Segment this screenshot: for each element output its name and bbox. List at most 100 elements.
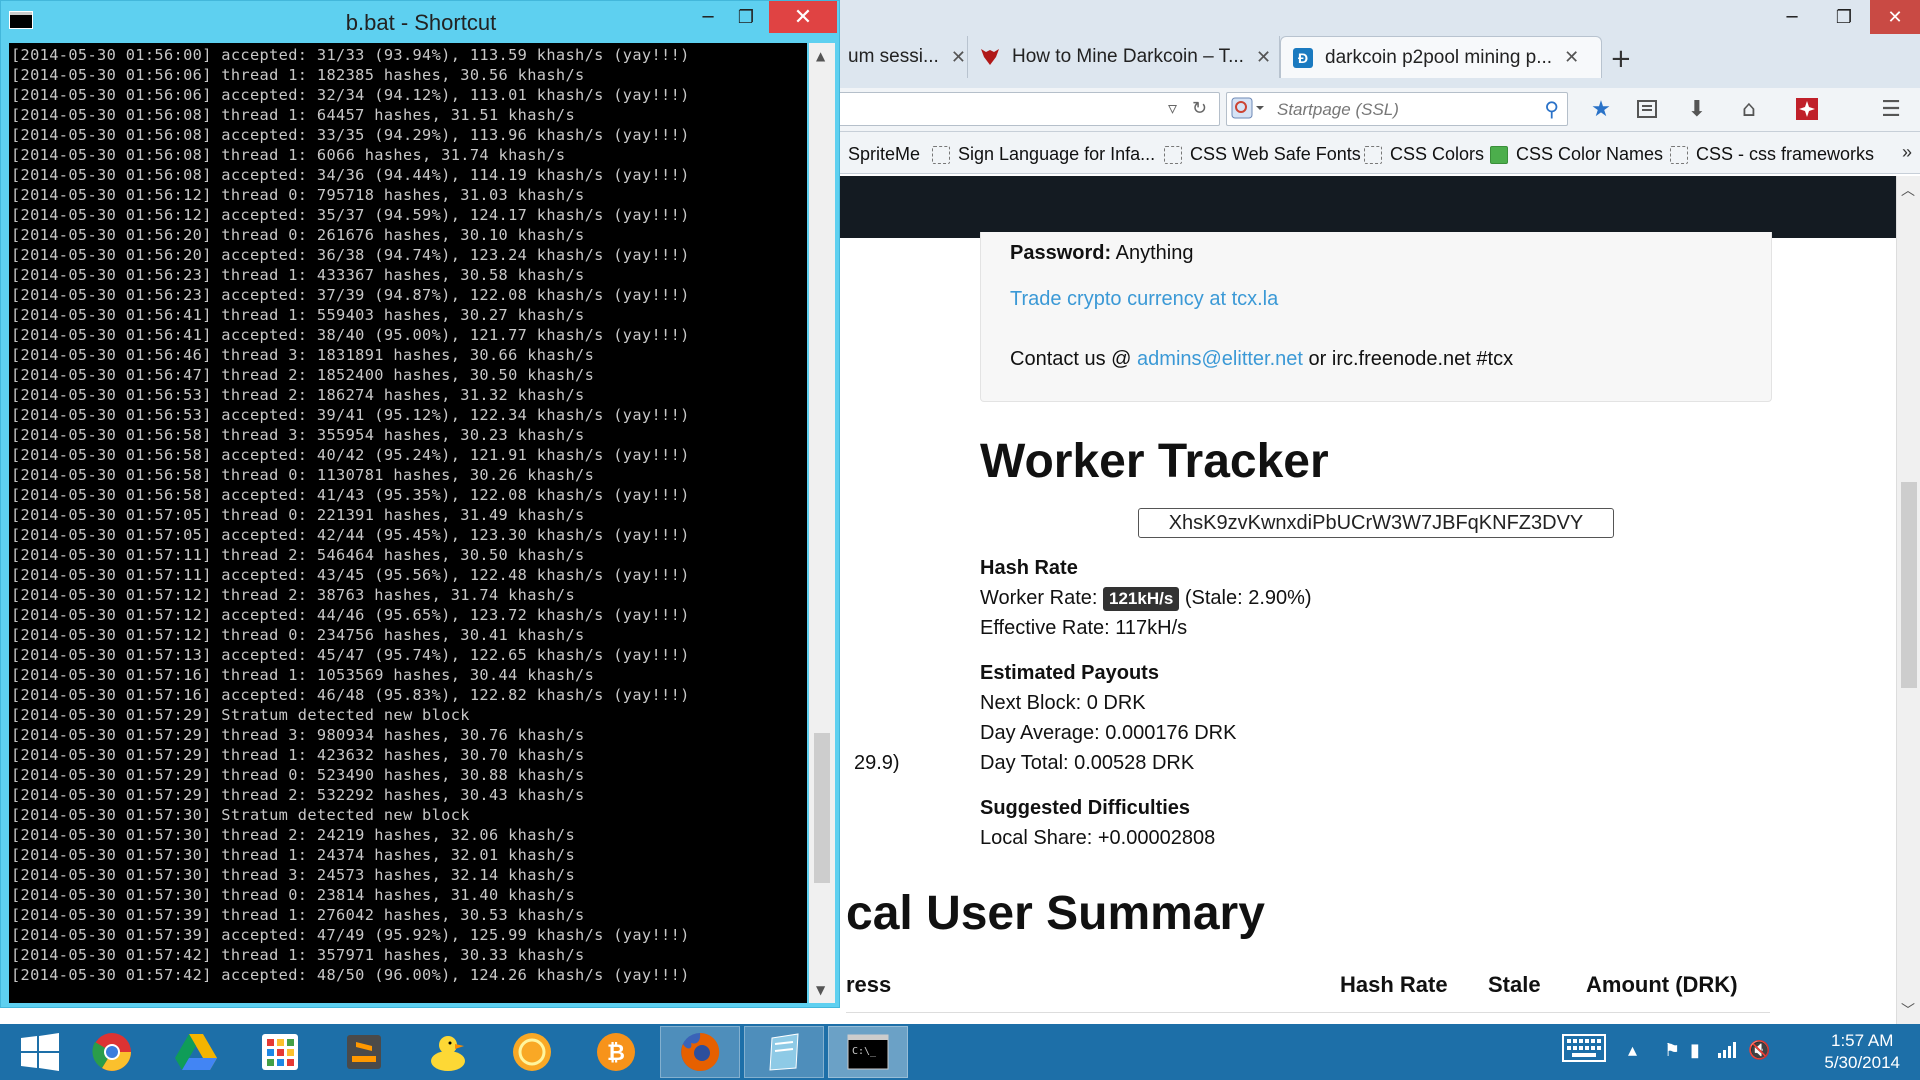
console-line: [2014-05-30 01:57:42] thread 1: 357971 h…	[11, 946, 585, 964]
console-line: [2014-05-30 01:56:20] thread 0: 261676 h…	[11, 226, 585, 244]
bookmarks-menu-icon[interactable]	[1632, 94, 1662, 124]
console-minimize-button[interactable]: ─	[687, 1, 729, 33]
console-line: [2014-05-30 01:56:00] accepted: 31/33 (9…	[11, 46, 690, 64]
bookmark-item[interactable]: CSS Colors	[1364, 144, 1484, 165]
scroll-up-icon[interactable]: ▲	[816, 49, 825, 63]
console-line: [2014-05-30 01:57:30] thread 3: 24573 ha…	[11, 866, 576, 884]
taskbar-bitcoin[interactable]: ₿	[576, 1026, 656, 1078]
chrome-icon	[92, 1033, 131, 1071]
worker-rate-badge: 121kH/s	[1103, 587, 1180, 611]
clock-date: 5/30/2014	[1824, 1053, 1900, 1072]
addon-icon[interactable]	[1792, 94, 1822, 124]
taskbar-duck[interactable]	[408, 1026, 488, 1078]
console-line: [2014-05-30 01:56:41] thread 1: 559403 h…	[11, 306, 585, 324]
scroll-down-icon[interactable]: ▼	[816, 983, 825, 997]
browser-minimize-button[interactable]: ─	[1766, 0, 1818, 34]
console-scroll-thumb[interactable]	[814, 733, 830, 883]
table-header-hash-rate: Hash Rate	[1340, 972, 1448, 997]
console-line: [2014-05-30 01:57:30] thread 1: 24374 ha…	[11, 846, 576, 864]
menu-hamburger-icon[interactable]: ☰	[1876, 94, 1906, 124]
tab-how-to-mine[interactable]: How to Mine Darkcoin – T... ✕	[968, 36, 1280, 78]
search-engine-icon[interactable]	[1231, 97, 1269, 121]
page-scrollbar[interactable]: ︿ ﹀	[1896, 176, 1920, 1024]
notepad-icon	[769, 1033, 799, 1071]
download-icon[interactable]: ⬇	[1682, 94, 1712, 124]
browser-maximize-button[interactable]: ❐	[1818, 0, 1870, 34]
console-titlebar[interactable]: b.bat - Shortcut ─ ❐ ✕	[1, 1, 841, 41]
console-line: [2014-05-30 01:57:30] thread 2: 24219 ha…	[11, 826, 576, 844]
console-line: [2014-05-30 01:56:08] thread 1: 64457 ha…	[11, 106, 576, 124]
console-line: [2014-05-30 01:56:41] accepted: 38/40 (9…	[11, 326, 690, 344]
console-line: [2014-05-30 01:56:58] accepted: 40/42 (9…	[11, 446, 690, 464]
console-line: [2014-05-30 01:57:16] thread 1: 1053569 …	[11, 666, 595, 684]
reload-icon[interactable]: ↻	[1192, 98, 1207, 119]
console-line: [2014-05-30 01:56:08] accepted: 33/35 (9…	[11, 126, 690, 144]
battery-icon[interactable]: ▮	[1690, 1040, 1700, 1061]
console-window: b.bat - Shortcut ─ ❐ ✕ [2014-05-30 01:56…	[0, 0, 840, 1008]
bookmarks-overflow-button[interactable]: »	[1902, 142, 1912, 163]
bookmark-item[interactable]: CSS - css frameworks	[1670, 144, 1874, 165]
home-icon[interactable]: ⌂	[1734, 94, 1764, 124]
bookmark-item[interactable]: SpriteMe	[848, 144, 920, 165]
windows-logo-icon	[21, 1033, 59, 1071]
tab-close-icon[interactable]: ✕	[1256, 47, 1271, 68]
tab-close-icon[interactable]: ✕	[951, 47, 966, 68]
console-line: [2014-05-30 01:57:39] thread 1: 276042 h…	[11, 906, 585, 924]
console-close-button[interactable]: ✕	[769, 1, 837, 33]
contact-line: Contact us @ admins@elitter.net or irc.f…	[1010, 348, 1514, 370]
clock[interactable]: 1:57 AM 5/30/2014	[1824, 1030, 1900, 1074]
side-value: 29.9)	[854, 752, 900, 774]
worker-address-input[interactable]: XhsK9zvKwnxdiPbUCrW3W7JBFqKNFZ3DVY	[1138, 508, 1614, 538]
console-line: [2014-05-30 01:57:30] thread 0: 23814 ha…	[11, 886, 576, 904]
email-link[interactable]: admins@elitter.net	[1137, 348, 1303, 370]
network-signal-icon[interactable]	[1718, 1040, 1738, 1063]
flag-icon[interactable]: ⚑	[1664, 1040, 1680, 1061]
difficulties-heading: Suggested Difficulties	[980, 797, 1191, 819]
url-bar[interactable]: ▿ ↻	[800, 92, 1220, 126]
table-header-stale: Stale	[1488, 972, 1541, 997]
taskbar-firefox[interactable]	[660, 1026, 740, 1078]
console-output: [2014-05-30 01:56:00] accepted: 31/33 (9…	[9, 43, 807, 1003]
coin-wallet-icon	[513, 1033, 551, 1071]
taskbar-drive[interactable]	[156, 1026, 236, 1078]
bookmark-star-icon[interactable]: ★	[1586, 94, 1616, 124]
table-header-address: ress	[846, 972, 892, 997]
console-line: [2014-05-30 01:56:47] thread 2: 1852400 …	[11, 366, 595, 384]
tab-darkcoin-p2pool[interactable]: Ɖ darkcoin p2pool mining p... ✕	[1280, 36, 1602, 78]
show-hidden-icons-chevron-icon[interactable]: ▴	[1628, 1040, 1637, 1061]
wolf-favicon-icon	[980, 47, 1000, 67]
start-button[interactable]	[0, 1026, 80, 1078]
page-scroll-thumb[interactable]	[1901, 482, 1917, 688]
day-total: Day Total: 0.00528 DRK	[980, 752, 1195, 774]
trade-link[interactable]: Trade crypto currency at tcx.la	[1010, 288, 1278, 311]
bookmark-item[interactable]: Sign Language for Infa...	[932, 144, 1155, 165]
page-icon	[1670, 145, 1688, 164]
scroll-down-icon[interactable]: ﹀	[1901, 1000, 1915, 1020]
browser-close-button[interactable]: ✕	[1870, 0, 1920, 34]
user-summary-title: cal User Summary	[846, 887, 1265, 940]
taskbar-chrome[interactable]	[72, 1026, 152, 1078]
worker-rate-line: Worker Rate: 121kH/s (Stale: 2.90%)	[980, 587, 1312, 611]
dropdown-arrow-icon[interactable]: ▿	[1168, 98, 1177, 119]
console-line: [2014-05-30 01:56:53] accepted: 39/41 (9…	[11, 406, 690, 424]
bookmark-item[interactable]: CSS Web Safe Fonts	[1164, 144, 1361, 165]
tab-session[interactable]: um sessi... ✕	[836, 36, 968, 78]
search-icon[interactable]: ⚲	[1544, 97, 1559, 121]
keyboard-icon[interactable]	[1562, 1034, 1606, 1067]
bookmark-item[interactable]: CSS Color Names	[1490, 144, 1663, 165]
taskbar-coin[interactable]	[492, 1026, 572, 1078]
tab-label: darkcoin p2pool mining p...	[1325, 46, 1553, 68]
search-placeholder: Startpage (SSL)	[1277, 100, 1399, 119]
console-maximize-button[interactable]: ❐	[725, 1, 767, 33]
console-line: [2014-05-30 01:57:29] thread 1: 423632 h…	[11, 746, 585, 764]
tab-close-icon[interactable]: ✕	[1564, 47, 1579, 68]
taskbar-notepad[interactable]	[744, 1026, 824, 1078]
new-tab-button[interactable]: +	[1610, 44, 1632, 74]
search-bar[interactable]: Startpage (SSL) ⚲	[1226, 92, 1568, 126]
scroll-up-icon[interactable]: ︿	[1901, 180, 1915, 200]
console-scrollbar[interactable]: ▲ ▼	[809, 43, 835, 1003]
taskbar-apps[interactable]	[240, 1026, 320, 1078]
taskbar-console[interactable]: C:\_	[828, 1026, 908, 1078]
taskbar-sublime[interactable]	[324, 1026, 404, 1078]
volume-muted-icon[interactable]: 🔇	[1748, 1040, 1770, 1061]
